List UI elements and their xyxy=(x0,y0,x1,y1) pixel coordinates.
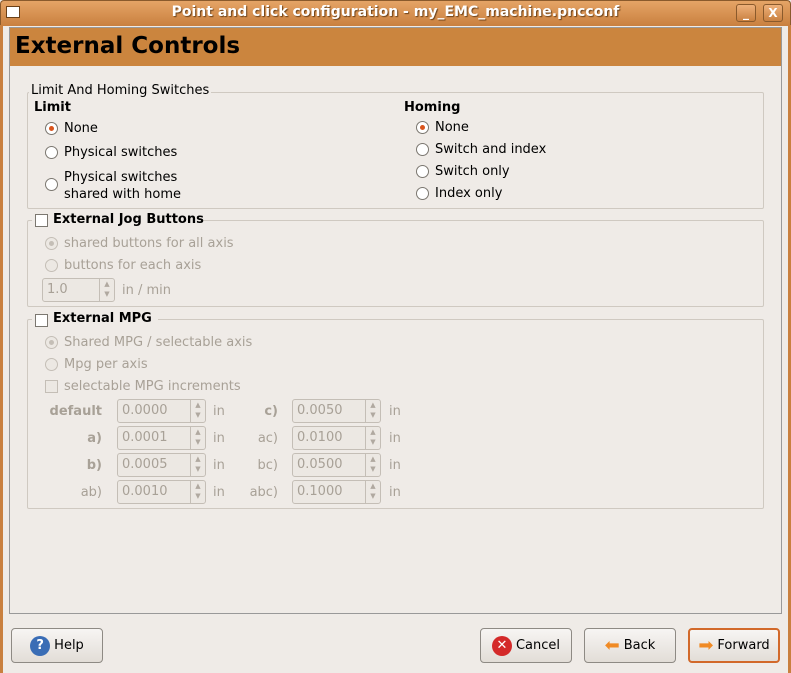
spinner-arrows-icon[interactable]: ▲ ▼ xyxy=(190,400,205,422)
increment-spinner[interactable]: 0.1000 ▲ ▼ xyxy=(292,480,381,504)
limit-shared-label[interactable]: Physical switches shared with home xyxy=(64,169,181,203)
jog-label[interactable]: External Jog Buttons xyxy=(53,212,204,227)
forward-label: Forward xyxy=(717,638,770,653)
increment-value: 0.0000 xyxy=(122,403,168,418)
increment-unit: in xyxy=(213,485,225,500)
increment-spinner[interactable]: 0.0000 ▲ ▼ xyxy=(117,399,206,423)
limit-homing-label: Limit And Homing Switches xyxy=(29,83,212,98)
spinner-arrows-icon[interactable]: ▲ ▼ xyxy=(190,427,205,449)
increment-value: 0.0050 xyxy=(297,403,343,418)
spinner-arrows-icon[interactable]: ▲ ▼ xyxy=(365,427,380,449)
increment-value: 0.0100 xyxy=(297,430,343,445)
limit-label: Limit xyxy=(34,100,71,115)
close-button[interactable]: X xyxy=(763,4,783,22)
increment-unit: in xyxy=(213,431,225,446)
window-title: Point and click configuration - my_EMC_m… xyxy=(171,4,620,20)
limit-physical-radio[interactable] xyxy=(45,146,58,159)
mpg-label[interactable]: External MPG xyxy=(53,311,152,326)
mpg-per-axis-label[interactable]: Mpg per axis xyxy=(64,357,148,372)
jog-each-radio[interactable] xyxy=(45,259,58,272)
window-border-left xyxy=(0,25,3,673)
spinner-arrows-icon[interactable]: ▲ ▼ xyxy=(365,454,380,476)
increment-label: ac) xyxy=(257,431,278,446)
increment-unit: in xyxy=(213,458,225,473)
help-icon: ? xyxy=(30,635,51,656)
increment-value: 0.0001 xyxy=(122,430,168,445)
increment-spinner[interactable]: 0.0050 ▲ ▼ xyxy=(292,399,381,423)
homing-label: Homing xyxy=(404,100,461,115)
homing-switch-only-label[interactable]: Switch only xyxy=(435,164,510,179)
increment-unit: in xyxy=(389,431,401,446)
jog-checkbox[interactable] xyxy=(35,214,48,227)
increment-spinner[interactable]: 0.0500 ▲ ▼ xyxy=(292,453,381,477)
mpg-increments-label[interactable]: selectable MPG increments xyxy=(64,379,241,394)
limit-physical-label[interactable]: Physical switches xyxy=(64,145,177,160)
mpg-checkbox[interactable] xyxy=(35,314,48,327)
help-button[interactable]: ? Help xyxy=(11,628,103,663)
increment-value: 0.0005 xyxy=(122,457,168,472)
increment-spinner[interactable]: 0.0001 ▲ ▼ xyxy=(117,426,206,450)
homing-index-only-label[interactable]: Index only xyxy=(435,186,502,201)
arrow-left-icon: ⬅ xyxy=(604,635,620,656)
help-label: Help xyxy=(54,638,84,653)
spinner-arrows-icon[interactable]: ▲ ▼ xyxy=(365,481,380,503)
increment-spinner[interactable]: 0.0100 ▲ ▼ xyxy=(292,426,381,450)
increment-value: 0.1000 xyxy=(297,484,343,499)
homing-switch-only-radio[interactable] xyxy=(416,165,429,178)
cancel-button[interactable]: ✕ Cancel xyxy=(480,628,572,663)
homing-none-radio[interactable] xyxy=(416,121,429,134)
increment-label: abc) xyxy=(249,485,278,500)
back-button[interactable]: ⬅ Back xyxy=(584,628,676,663)
mpg-shared-radio[interactable] xyxy=(45,336,58,349)
jog-shared-radio[interactable] xyxy=(45,237,58,250)
increment-unit: in xyxy=(213,404,225,419)
increment-value: 0.0010 xyxy=(122,484,168,499)
jog-rate-spinner[interactable]: 1.0 ▲ ▼ xyxy=(42,278,115,302)
arrow-right-icon: ➡ xyxy=(698,635,714,656)
increment-label: b) xyxy=(86,458,102,473)
cancel-icon: ✕ xyxy=(491,635,512,656)
homing-none-label[interactable]: None xyxy=(435,120,469,135)
increment-spinner[interactable]: 0.0005 ▲ ▼ xyxy=(117,453,206,477)
limit-none-radio[interactable] xyxy=(45,122,58,135)
mpg-increments-checkbox[interactable] xyxy=(45,380,58,393)
increment-unit: in xyxy=(389,404,401,419)
homing-index-only-radio[interactable] xyxy=(416,187,429,200)
homing-switch-index-radio[interactable] xyxy=(416,143,429,156)
spinner-arrows-icon[interactable]: ▲ ▼ xyxy=(99,279,114,301)
spinner-arrows-icon[interactable]: ▲ ▼ xyxy=(190,454,205,476)
back-label: Back xyxy=(623,638,656,653)
mpg-shared-label[interactable]: Shared MPG / selectable axis xyxy=(64,335,252,350)
spinner-arrows-icon[interactable]: ▲ ▼ xyxy=(190,481,205,503)
increment-label: c) xyxy=(264,404,278,419)
limit-none-label[interactable]: None xyxy=(64,121,98,136)
spinner-arrows-icon[interactable]: ▲ ▼ xyxy=(365,400,380,422)
increment-unit: in xyxy=(389,485,401,500)
increment-label: ab) xyxy=(80,485,102,500)
jog-rate-unit: in / min xyxy=(122,283,172,298)
homing-switch-index-label[interactable]: Switch and index xyxy=(435,142,546,157)
cancel-label: Cancel xyxy=(515,638,561,653)
increment-unit: in xyxy=(389,458,401,473)
minimize-button[interactable]: _ xyxy=(736,4,756,22)
page-header: External Controls xyxy=(10,28,781,66)
mpg-per-axis-radio[interactable] xyxy=(45,358,58,371)
page-title: External Controls xyxy=(15,33,241,59)
jog-shared-label[interactable]: shared buttons for all axis xyxy=(64,236,234,251)
forward-button[interactable]: ➡ Forward xyxy=(688,628,780,663)
increment-label: default xyxy=(49,404,102,419)
increment-spinner[interactable]: 0.0010 ▲ ▼ xyxy=(117,480,206,504)
increment-value: 0.0500 xyxy=(297,457,343,472)
increment-label: a) xyxy=(87,431,102,446)
increment-label: bc) xyxy=(257,458,278,473)
jog-each-label[interactable]: buttons for each axis xyxy=(64,258,201,273)
jog-rate-value: 1.0 xyxy=(47,282,68,297)
limit-shared-radio[interactable] xyxy=(45,178,58,191)
